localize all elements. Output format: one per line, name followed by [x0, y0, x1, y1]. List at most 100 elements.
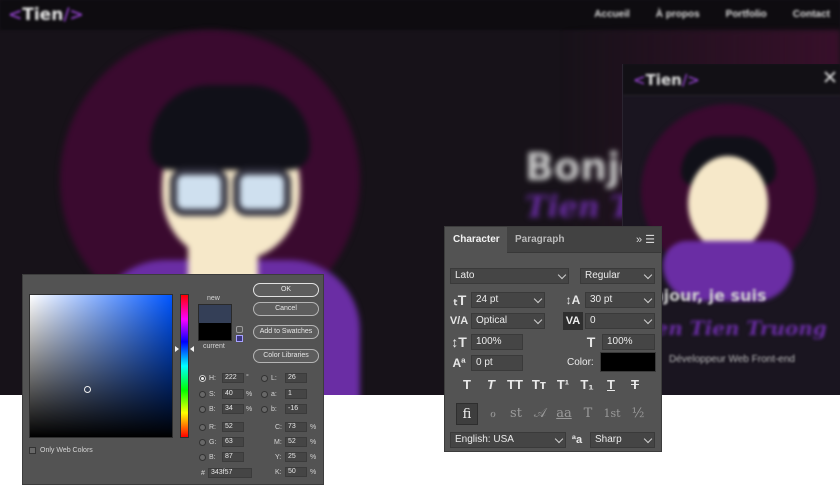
font-style-select[interactable]: Regular [580, 268, 655, 284]
new-color-swatch [198, 304, 232, 323]
chevron-down-icon [533, 294, 543, 304]
red-radio[interactable] [199, 424, 206, 431]
subscript-button[interactable]: T₁ [577, 375, 597, 395]
chevron-down-icon [643, 294, 653, 304]
ordinals-button[interactable]: 1st [601, 403, 623, 425]
strikethrough-button[interactable]: T [625, 375, 645, 395]
web-safe-cube-icon[interactable] [236, 335, 243, 342]
swash-button[interactable]: 𝒜 [529, 403, 551, 425]
mobile-logo: <Tien/> [633, 71, 700, 89]
panel-menu-icon[interactable]: » ☰ [636, 233, 655, 246]
font-size-icon: ₜT [453, 292, 467, 308]
current-color-swatch[interactable] [198, 323, 232, 341]
baseline-shift-field[interactable]: 0 pt [471, 355, 523, 371]
red-input[interactable]: 52 [222, 422, 244, 432]
add-to-swatches-button[interactable]: Add to Swatches [253, 325, 319, 339]
nav-link-accueil: Accueil [594, 9, 630, 20]
color-field-marker[interactable] [84, 386, 91, 393]
color-label: Color: [567, 357, 594, 368]
kerning-select[interactable]: Optical [471, 313, 545, 329]
mobile-avatar [688, 156, 768, 251]
hue-input[interactable]: 222 [222, 373, 244, 383]
website-navbar: <Tien/> Accueil À propos Portfolio Conta… [0, 0, 840, 30]
underline-button[interactable]: T [601, 375, 621, 395]
hue-radio[interactable] [199, 375, 206, 382]
nav-link-contact: Contact [792, 9, 830, 20]
stylistic-alternates-button[interactable]: st [505, 403, 527, 425]
mobile-description: Développeur Web Front-end [669, 354, 795, 365]
language-select[interactable]: English: USA [450, 432, 566, 448]
faux-italic-button[interactable]: T [481, 375, 501, 395]
lightness-input[interactable]: 26 [285, 373, 307, 383]
hue-slider-left-arrow-icon[interactable] [175, 346, 179, 352]
saturation-input[interactable]: 40 [222, 389, 244, 399]
yellow-input[interactable]: 25 [285, 452, 307, 462]
ligatures-button[interactable]: ﬁ [456, 403, 478, 425]
magenta-input[interactable]: 52 [285, 437, 307, 447]
color-field[interactable] [29, 294, 173, 438]
a-channel-radio[interactable] [261, 391, 268, 398]
blue-radio[interactable] [199, 454, 206, 461]
antialias-icon: ªa [571, 434, 583, 446]
cyan-input[interactable]: 73 [285, 422, 307, 432]
leading-field[interactable]: 30 pt [585, 292, 655, 308]
saturation-radio[interactable] [199, 391, 206, 398]
gamut-warning-icon[interactable] [236, 326, 243, 333]
hue-slider[interactable] [180, 294, 189, 438]
nav-link-portfolio: Portfolio [725, 9, 767, 20]
contextual-alternates-button[interactable]: T [577, 403, 599, 425]
tab-paragraph[interactable]: Paragraph [507, 227, 572, 253]
superscript-button[interactable]: T¹ [553, 375, 573, 395]
new-color-label: new [207, 295, 220, 302]
titling-alternates-button[interactable]: aa [553, 403, 575, 425]
tab-character[interactable]: Character [445, 227, 507, 253]
discretionary-ligatures-button[interactable]: ℴ [482, 403, 504, 425]
small-caps-button[interactable]: Tт [529, 375, 549, 395]
chevron-down-icon [557, 270, 567, 280]
green-input[interactable]: 63 [222, 437, 244, 447]
fractions-button[interactable]: ½ [627, 403, 649, 425]
close-icon [823, 70, 837, 84]
hex-input[interactable]: 343f57 [208, 468, 252, 478]
a-channel-input[interactable]: 1 [285, 389, 307, 399]
vertical-scale-icon: ↕T [451, 334, 467, 350]
faux-bold-button[interactable]: T [457, 375, 477, 395]
b-channel-radio[interactable] [261, 406, 268, 413]
baseline-shift-icon: Aª [452, 356, 466, 370]
blue-input[interactable]: 87 [222, 452, 244, 462]
website-logo: <Tien/> [8, 5, 84, 25]
horizontal-scale-field[interactable]: 100% [602, 334, 655, 350]
kerning-icon: V/A [449, 315, 469, 327]
b-channel-input[interactable]: -16 [285, 404, 307, 414]
website-nav-links: Accueil À propos Portfolio Contact [594, 9, 840, 20]
brightness-input[interactable]: 34 [222, 404, 244, 414]
only-web-colors-checkbox[interactable] [29, 447, 36, 454]
cancel-button[interactable]: Cancel [253, 302, 319, 316]
color-libraries-button[interactable]: Color Libraries [253, 349, 319, 363]
mobile-navbar: <Tien/> [623, 64, 840, 96]
horizontal-scale-icon: T [586, 334, 596, 350]
antialias-select[interactable]: Sharp [590, 432, 655, 448]
tracking-select[interactable]: 0 [585, 313, 655, 329]
only-web-colors-label: Only Web Colors [40, 447, 93, 454]
mobile-name: Tien Tien Truong [633, 316, 827, 340]
font-size-field[interactable]: 24 pt [471, 292, 545, 308]
tracking-icon: VA [563, 312, 583, 330]
vertical-scale-field[interactable]: 100% [471, 334, 523, 350]
black-input[interactable]: 50 [285, 467, 307, 477]
lightness-radio[interactable] [261, 375, 268, 382]
hue-slider-right-arrow-icon[interactable] [190, 346, 194, 352]
chevron-down-icon [554, 434, 564, 444]
brightness-radio[interactable] [199, 406, 206, 413]
chevron-down-icon [643, 315, 653, 325]
font-family-select[interactable]: Lato [450, 268, 569, 284]
panel-tabs: Character Paragraph » ☰ [445, 227, 661, 253]
leading-icon: ↕A [565, 293, 581, 307]
nav-link-a-propos: À propos [655, 9, 700, 20]
ok-button[interactable]: OK [253, 283, 319, 297]
all-caps-button[interactable]: TT [505, 375, 525, 395]
chevron-down-icon [533, 315, 543, 325]
green-radio[interactable] [199, 439, 206, 446]
text-color-swatch[interactable] [600, 352, 656, 372]
chevron-down-icon [643, 270, 653, 280]
